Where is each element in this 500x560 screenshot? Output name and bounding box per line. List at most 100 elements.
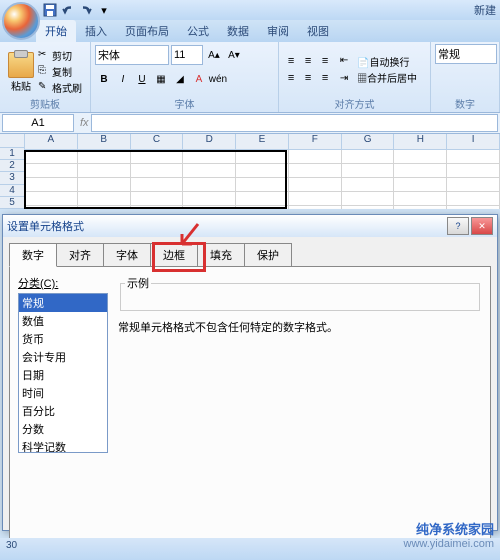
brush-icon: ✎ bbox=[38, 81, 50, 93]
font-color-button[interactable]: A bbox=[190, 70, 208, 88]
cat-accounting[interactable]: 会计专用 bbox=[19, 348, 107, 366]
tab-alignment[interactable]: 对齐 bbox=[56, 243, 104, 266]
dialog-tabs: 数字 对齐 字体 边框 填充 保护 bbox=[3, 237, 497, 266]
select-all-corner[interactable] bbox=[0, 134, 25, 148]
bucket-icon: ◢ bbox=[176, 74, 184, 85]
font-size-select[interactable]: 11 bbox=[171, 45, 203, 65]
ribbon-tabs: 开始 插入 页面布局 公式 数据 审阅 视图 bbox=[0, 20, 500, 42]
tab-review[interactable]: 审阅 bbox=[258, 20, 298, 42]
paste-label: 粘贴 bbox=[11, 78, 31, 93]
align-middle-icon[interactable]: ≡ bbox=[300, 53, 316, 69]
cat-general[interactable]: 常规 bbox=[19, 294, 107, 312]
format-description: 常规单元格格式不包含任何特定的数字格式。 bbox=[118, 319, 482, 335]
paste-button[interactable]: 粘贴 bbox=[4, 44, 38, 98]
underline-button[interactable]: U bbox=[133, 70, 151, 88]
col-header[interactable]: E bbox=[236, 134, 289, 150]
italic-button[interactable]: I bbox=[114, 70, 132, 88]
merge-center-button[interactable]: ▦合并后居中 bbox=[357, 70, 417, 85]
row-header[interactable]: 2 bbox=[0, 160, 25, 172]
align-top-icon[interactable]: ≡ bbox=[283, 53, 299, 69]
title-bar: ▾ 新建 bbox=[0, 0, 500, 20]
tab-view[interactable]: 视图 bbox=[298, 20, 338, 42]
copy-icon: ⎘ bbox=[38, 65, 50, 77]
ribbon: 粘贴 ✂剪切 ⎘复制 ✎格式刷 剪贴板 宋体 11 A▴ A▾ B I U ▦ … bbox=[0, 42, 500, 113]
paste-icon bbox=[8, 52, 34, 78]
office-button[interactable] bbox=[2, 2, 40, 40]
col-header[interactable]: G bbox=[342, 134, 395, 150]
tab-layout[interactable]: 页面布局 bbox=[116, 20, 178, 42]
wrap-text-button[interactable]: 📄自动换行 bbox=[357, 54, 417, 69]
font-name-select[interactable]: 宋体 bbox=[95, 45, 169, 65]
sample-label: 示例 bbox=[125, 275, 151, 291]
dialog-titlebar[interactable]: 设置单元格格式 ? ✕ bbox=[3, 215, 497, 237]
redo-icon[interactable] bbox=[78, 2, 94, 18]
group-label: 剪贴板 bbox=[0, 96, 90, 111]
save-icon[interactable] bbox=[42, 2, 58, 18]
undo-icon[interactable] bbox=[60, 2, 76, 18]
tab-home[interactable]: 开始 bbox=[36, 20, 76, 42]
name-box[interactable]: A1 bbox=[2, 114, 74, 132]
cat-time[interactable]: 时间 bbox=[19, 384, 107, 402]
sample-box: 示例 bbox=[120, 275, 480, 311]
col-header[interactable]: B bbox=[78, 134, 131, 150]
close-button[interactable]: ✕ bbox=[471, 217, 493, 235]
fx-icon[interactable]: fx bbox=[80, 117, 89, 129]
category-list[interactable]: 常规 数值 货币 会计专用 日期 时间 百分比 分数 科学记数 文本 特殊 自定… bbox=[18, 293, 108, 453]
category-label: 分类(C): bbox=[18, 275, 108, 291]
group-label: 对齐方式 bbox=[279, 96, 430, 111]
col-header[interactable]: C bbox=[131, 134, 184, 150]
group-alignment: ≡≡≡ ≡≡≡ ⇤ ⇥ 📄自动换行 ▦合并后居中 对齐方式 bbox=[279, 42, 431, 112]
tab-protect[interactable]: 保护 bbox=[244, 243, 292, 266]
group-font: 宋体 11 A▴ A▾ B I U ▦ ◢ A wén 字体 bbox=[91, 42, 279, 112]
copy-button[interactable]: ⎘复制 bbox=[38, 64, 82, 79]
row-header[interactable]: 4 bbox=[0, 185, 25, 197]
dialog-title: 设置单元格格式 bbox=[7, 218, 84, 234]
row-header[interactable]: 5 bbox=[0, 197, 25, 209]
group-label: 字体 bbox=[91, 96, 278, 111]
dialog-body: 分类(C): 常规 数值 货币 会计专用 日期 时间 百分比 分数 科学记数 文… bbox=[9, 266, 491, 546]
tab-insert[interactable]: 插入 bbox=[76, 20, 116, 42]
border-button[interactable]: ▦ bbox=[152, 70, 170, 88]
cat-date[interactable]: 日期 bbox=[19, 366, 107, 384]
tab-number[interactable]: 数字 bbox=[9, 243, 57, 267]
align-left-icon[interactable]: ≡ bbox=[283, 70, 299, 86]
col-header[interactable]: F bbox=[289, 134, 342, 150]
formula-bar[interactable] bbox=[91, 114, 498, 132]
indent-decrease-icon[interactable]: ⇤ bbox=[335, 51, 353, 69]
help-button[interactable]: ? bbox=[447, 217, 469, 235]
format-painter-button[interactable]: ✎格式刷 bbox=[38, 80, 82, 95]
group-number: 常规 数字 bbox=[431, 42, 500, 112]
cat-fraction[interactable]: 分数 bbox=[19, 420, 107, 438]
tab-data[interactable]: 数据 bbox=[218, 20, 258, 42]
col-header[interactable]: A bbox=[25, 134, 78, 150]
col-header[interactable]: D bbox=[183, 134, 236, 150]
cut-button[interactable]: ✂剪切 bbox=[38, 48, 82, 63]
shrink-font-icon[interactable]: A▾ bbox=[225, 46, 243, 64]
window-title: 新建 bbox=[474, 2, 496, 18]
align-right-icon[interactable]: ≡ bbox=[317, 70, 333, 86]
tab-formula[interactable]: 公式 bbox=[178, 20, 218, 42]
indent-increase-icon[interactable]: ⇥ bbox=[335, 69, 353, 87]
cat-currency[interactable]: 货币 bbox=[19, 330, 107, 348]
cat-number[interactable]: 数值 bbox=[19, 312, 107, 330]
fill-color-button[interactable]: ◢ bbox=[171, 70, 189, 88]
watermark-url: www.yidaimei.com bbox=[404, 538, 494, 550]
annotation-arrow-icon bbox=[178, 222, 208, 252]
cat-percentage[interactable]: 百分比 bbox=[19, 402, 107, 420]
grow-font-icon[interactable]: A▴ bbox=[205, 46, 223, 64]
formula-bar-row: A1 fx bbox=[0, 113, 500, 134]
align-center-icon[interactable]: ≡ bbox=[300, 70, 316, 86]
bold-button[interactable]: B bbox=[95, 70, 113, 88]
number-format-select[interactable]: 常规 bbox=[435, 44, 497, 64]
align-bottom-icon[interactable]: ≡ bbox=[317, 53, 333, 69]
tab-font[interactable]: 字体 bbox=[103, 243, 151, 266]
status-value: 30 bbox=[6, 540, 17, 551]
qat-dropdown-icon[interactable]: ▾ bbox=[96, 2, 112, 18]
row-header[interactable]: 3 bbox=[0, 172, 25, 184]
col-header[interactable]: I bbox=[447, 134, 500, 150]
col-header[interactable]: H bbox=[394, 134, 447, 150]
cells-area[interactable] bbox=[25, 150, 500, 209]
cat-scientific[interactable]: 科学记数 bbox=[19, 438, 107, 453]
row-header[interactable]: 1 bbox=[0, 148, 25, 160]
phonetic-button[interactable]: wén bbox=[209, 70, 227, 88]
